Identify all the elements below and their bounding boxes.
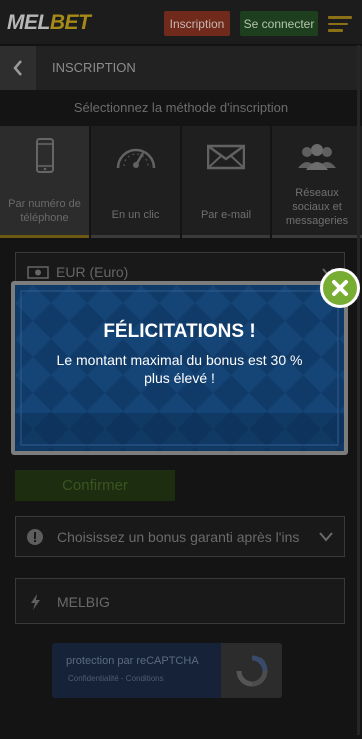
bonus-select-value: Choisissez un bonus garanti après l'ins [57, 529, 300, 545]
envelope-icon [182, 138, 270, 174]
close-icon [332, 280, 348, 296]
scrollbar[interactable] [357, 45, 360, 735]
page-title: INSCRIPTION [52, 60, 136, 75]
tab-phone-registration[interactable]: Par numéro de téléphone [0, 126, 89, 238]
tab-social-registration[interactable]: Réseaux sociaux et messageries [272, 126, 362, 238]
chevron-left-icon [13, 60, 22, 76]
back-button[interactable] [0, 46, 36, 90]
hamburger-menu-icon[interactable] [328, 16, 352, 32]
users-icon [272, 138, 362, 174]
lightning-icon [31, 594, 40, 610]
tab-label: téléphone [20, 212, 69, 224]
tab-one-click-registration[interactable]: En un clic [91, 126, 180, 238]
banknote-icon [27, 266, 49, 279]
recaptcha-logo-icon [221, 643, 282, 698]
tab-label: En un clic [111, 209, 160, 221]
phone-icon [0, 138, 89, 174]
modal-message-line: plus élevé ! [144, 370, 215, 386]
tab-email-registration[interactable]: Par e-mail [182, 126, 270, 238]
registration-method-subtitle: Sélectionnez la méthode d'inscription [73, 100, 289, 115]
promo-code-value: MELBIG [57, 594, 110, 610]
speedometer-icon [91, 138, 180, 174]
tab-label: Réseaux [295, 187, 339, 199]
chevron-down-icon [319, 532, 333, 542]
register-button[interactable]: Inscription [164, 11, 230, 36]
info-icon [27, 529, 43, 545]
modal-message: Le montant maximal du bonus est 30 % plu… [35, 351, 324, 387]
bonus-select[interactable]: Choisissez un bonus garanti après l'ins [15, 516, 345, 557]
currency-value: EUR (Euro) [56, 264, 129, 280]
confirm-button[interactable]: Confirmer [15, 470, 175, 501]
login-button[interactable]: Se connecter [240, 11, 318, 36]
modal-title: FÉLICITATIONS ! [103, 321, 256, 342]
app-header: MELBET Inscription Se connecter [0, 0, 362, 45]
page-title-bar: INSCRIPTION [0, 46, 362, 90]
tab-label: sociaux et [292, 201, 342, 213]
melbet-logo[interactable]: MELBET [7, 11, 91, 35]
recaptcha-badge[interactable]: protection par reCAPTCHA Confidentialité… [52, 643, 282, 698]
promo-code-input[interactable]: MELBIG [15, 578, 345, 624]
recaptcha-links[interactable]: Confidentialité - Conditions [68, 674, 164, 683]
tab-label: messageries [285, 215, 349, 227]
modal-message-line: Le montant maximal du bonus est 30 % [56, 352, 303, 368]
tab-label: Par numéro de [8, 198, 81, 210]
congratulations-modal: FÉLICITATIONS ! Le montant maximal du bo… [11, 281, 348, 455]
tab-label: Par e-mail [200, 209, 252, 221]
close-button[interactable] [320, 268, 360, 308]
recaptcha-text: protection par reCAPTCHA [66, 655, 199, 667]
